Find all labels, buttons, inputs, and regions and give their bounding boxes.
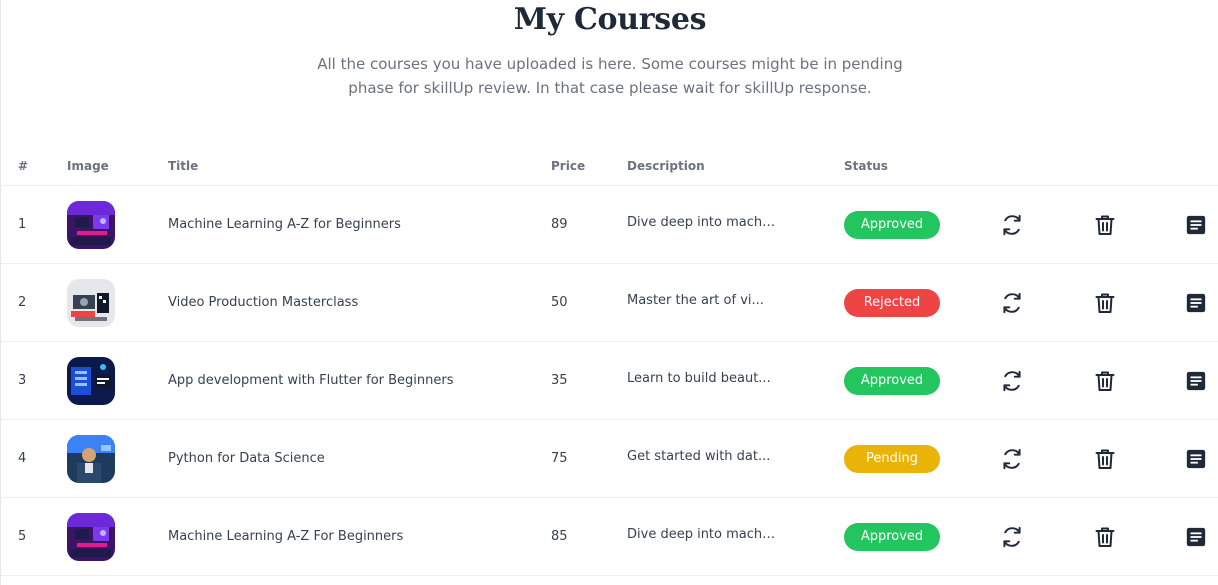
- table-row: 4 Python for Data Science 75 Get started wi…: [1, 420, 1218, 498]
- refresh-icon[interactable]: [998, 523, 1026, 551]
- update-cell: [964, 211, 1059, 239]
- course-price: 89: [551, 217, 568, 232]
- refresh-icon[interactable]: [998, 289, 1026, 317]
- course-title: Machine Learning A-Z For Beginners: [168, 529, 404, 544]
- course-price: 35: [551, 373, 568, 388]
- details-cell: [1150, 211, 1218, 239]
- course-image: [67, 200, 168, 249]
- course-description: Dive deep into machi...: [627, 215, 777, 230]
- table-header: # Image Title Price Description Status: [1, 146, 1218, 186]
- table-row: 2 Video Production Masterclass 50 Master th…: [1, 264, 1218, 342]
- course-price: 75: [551, 451, 568, 466]
- update-cell: [964, 289, 1059, 317]
- status-badge: Approved: [844, 210, 940, 239]
- delete-cell: [1059, 211, 1150, 239]
- table-row: 3 App development with Flutter for Beginn…: [1, 342, 1218, 420]
- course-description: Learn to build beaut...: [627, 371, 771, 386]
- update-cell: [964, 523, 1059, 551]
- row-number: 5: [18, 529, 27, 544]
- course-price: 85: [551, 529, 568, 544]
- notes-icon[interactable]: [1182, 523, 1210, 551]
- update-cell: [964, 445, 1059, 473]
- notes-icon[interactable]: [1182, 367, 1210, 395]
- details-cell: [1150, 289, 1218, 317]
- column-header-number: #: [18, 158, 29, 173]
- trash-icon[interactable]: [1091, 289, 1119, 317]
- refresh-icon[interactable]: [998, 445, 1026, 473]
- notes-icon[interactable]: [1182, 445, 1210, 473]
- table-row: 1 Machine Learning A-Z for Beginners 89 Div…: [1, 186, 1218, 264]
- notes-icon[interactable]: [1182, 211, 1210, 239]
- status-cell: Pending: [844, 444, 964, 473]
- delete-cell: [1059, 523, 1150, 551]
- status-cell: Rejected: [844, 288, 964, 317]
- status-badge: Pending: [844, 444, 940, 473]
- status-cell: Approved: [844, 366, 964, 395]
- course-image: [67, 512, 168, 561]
- status-badge: Rejected: [844, 288, 940, 317]
- course-price: 50: [551, 295, 568, 310]
- course-description: Dive deep into machi...: [627, 527, 777, 542]
- page-subtitle: All the courses you have uploaded is her…: [317, 55, 903, 97]
- details-cell: [1150, 523, 1218, 551]
- course-title: Video Production Masterclass: [168, 295, 359, 310]
- course-title: Python for Data Science: [168, 451, 325, 466]
- status-badge: Approved: [844, 522, 940, 551]
- course-image: [67, 356, 168, 405]
- status-cell: Approved: [844, 210, 964, 239]
- course-image: [67, 434, 168, 483]
- delete-cell: [1059, 367, 1150, 395]
- courses-table: # Image Title Price Description Status 1…: [1, 146, 1218, 576]
- trash-icon[interactable]: [1091, 445, 1119, 473]
- column-header-image: Image: [67, 158, 109, 173]
- course-title: App development with Flutter for Beginne…: [168, 373, 454, 388]
- row-number: 1: [18, 217, 27, 232]
- delete-cell: [1059, 289, 1150, 317]
- row-number: 4: [18, 451, 27, 466]
- column-header-price: Price: [551, 158, 586, 173]
- page-header: My Courses All the courses you have uplo…: [1, 0, 1218, 100]
- column-header-title: Title: [168, 158, 199, 173]
- refresh-icon[interactable]: [998, 211, 1026, 239]
- row-number: 3: [18, 373, 27, 388]
- column-header-description: Description: [627, 158, 705, 173]
- course-image: [67, 278, 168, 327]
- course-description: Master the art of vi...: [627, 293, 764, 308]
- refresh-icon[interactable]: [998, 367, 1026, 395]
- row-number: 2: [18, 295, 27, 310]
- update-cell: [964, 367, 1059, 395]
- status-badge: Approved: [844, 366, 940, 395]
- course-description: Get started with dat...: [627, 449, 771, 464]
- trash-icon[interactable]: [1091, 367, 1119, 395]
- details-cell: [1150, 367, 1218, 395]
- trash-icon[interactable]: [1091, 211, 1119, 239]
- column-header-status: Status: [844, 158, 888, 173]
- table-row: 5 Machine Learning A-Z For Beginners 85 Div…: [1, 498, 1218, 576]
- details-cell: [1150, 445, 1218, 473]
- table-body: 1 Machine Learning A-Z for Beginners 89 Div…: [1, 186, 1218, 576]
- delete-cell: [1059, 445, 1150, 473]
- course-title: Machine Learning A-Z for Beginners: [168, 217, 401, 232]
- notes-icon[interactable]: [1182, 289, 1210, 317]
- trash-icon[interactable]: [1091, 523, 1119, 551]
- page-title: My Courses: [513, 2, 707, 37]
- status-cell: Approved: [844, 522, 964, 551]
